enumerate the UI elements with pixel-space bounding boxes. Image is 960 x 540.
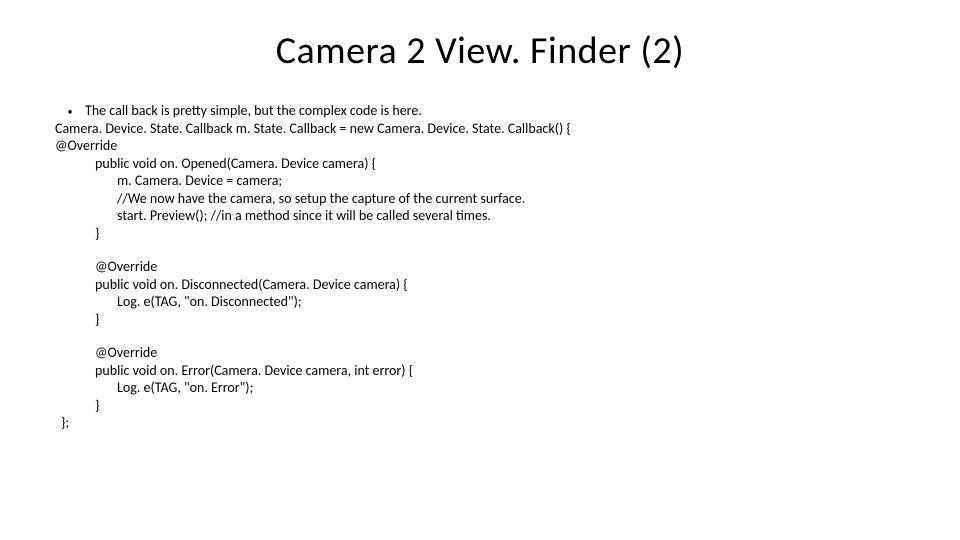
code-line: @Override: [55, 258, 905, 276]
code-line: Log. e(TAG, "on. Error");: [55, 379, 905, 397]
code-line: public void on. Error(Camera. Device cam…: [55, 362, 905, 380]
slide-body: • The call back is pretty simple, but th…: [55, 102, 905, 432]
code-line: };: [55, 414, 905, 432]
slide-container: Camera 2 View. Finder (2) • The call bac…: [0, 0, 960, 452]
code-line: Camera. Device. State. Callback m. State…: [55, 120, 905, 138]
code-line: start. Preview(); //in a method since it…: [55, 207, 905, 225]
spacer: [55, 328, 905, 344]
code-line: }: [55, 225, 905, 243]
spacer: [55, 242, 905, 258]
code-line: Log. e(TAG, "on. Disconnected");: [55, 293, 905, 311]
slide-title: Camera 2 View. Finder (2): [55, 28, 905, 74]
code-line: public void on. Opened(Camera. Device ca…: [55, 155, 905, 173]
code-line: }: [55, 397, 905, 415]
code-line: @Override: [55, 344, 905, 362]
bullet-item: • The call back is pretty simple, but th…: [55, 102, 905, 120]
bullet-text: The call back is pretty simple, but the …: [85, 102, 422, 120]
code-line: }: [55, 311, 905, 329]
code-line: //We now have the camera, so setup the c…: [55, 190, 905, 208]
code-line: public void on. Disconnected(Camera. Dev…: [55, 276, 905, 294]
bullet-icon: •: [55, 106, 85, 119]
code-line: m. Camera. Device = camera;: [55, 172, 905, 190]
code-line: @Override: [55, 137, 905, 155]
